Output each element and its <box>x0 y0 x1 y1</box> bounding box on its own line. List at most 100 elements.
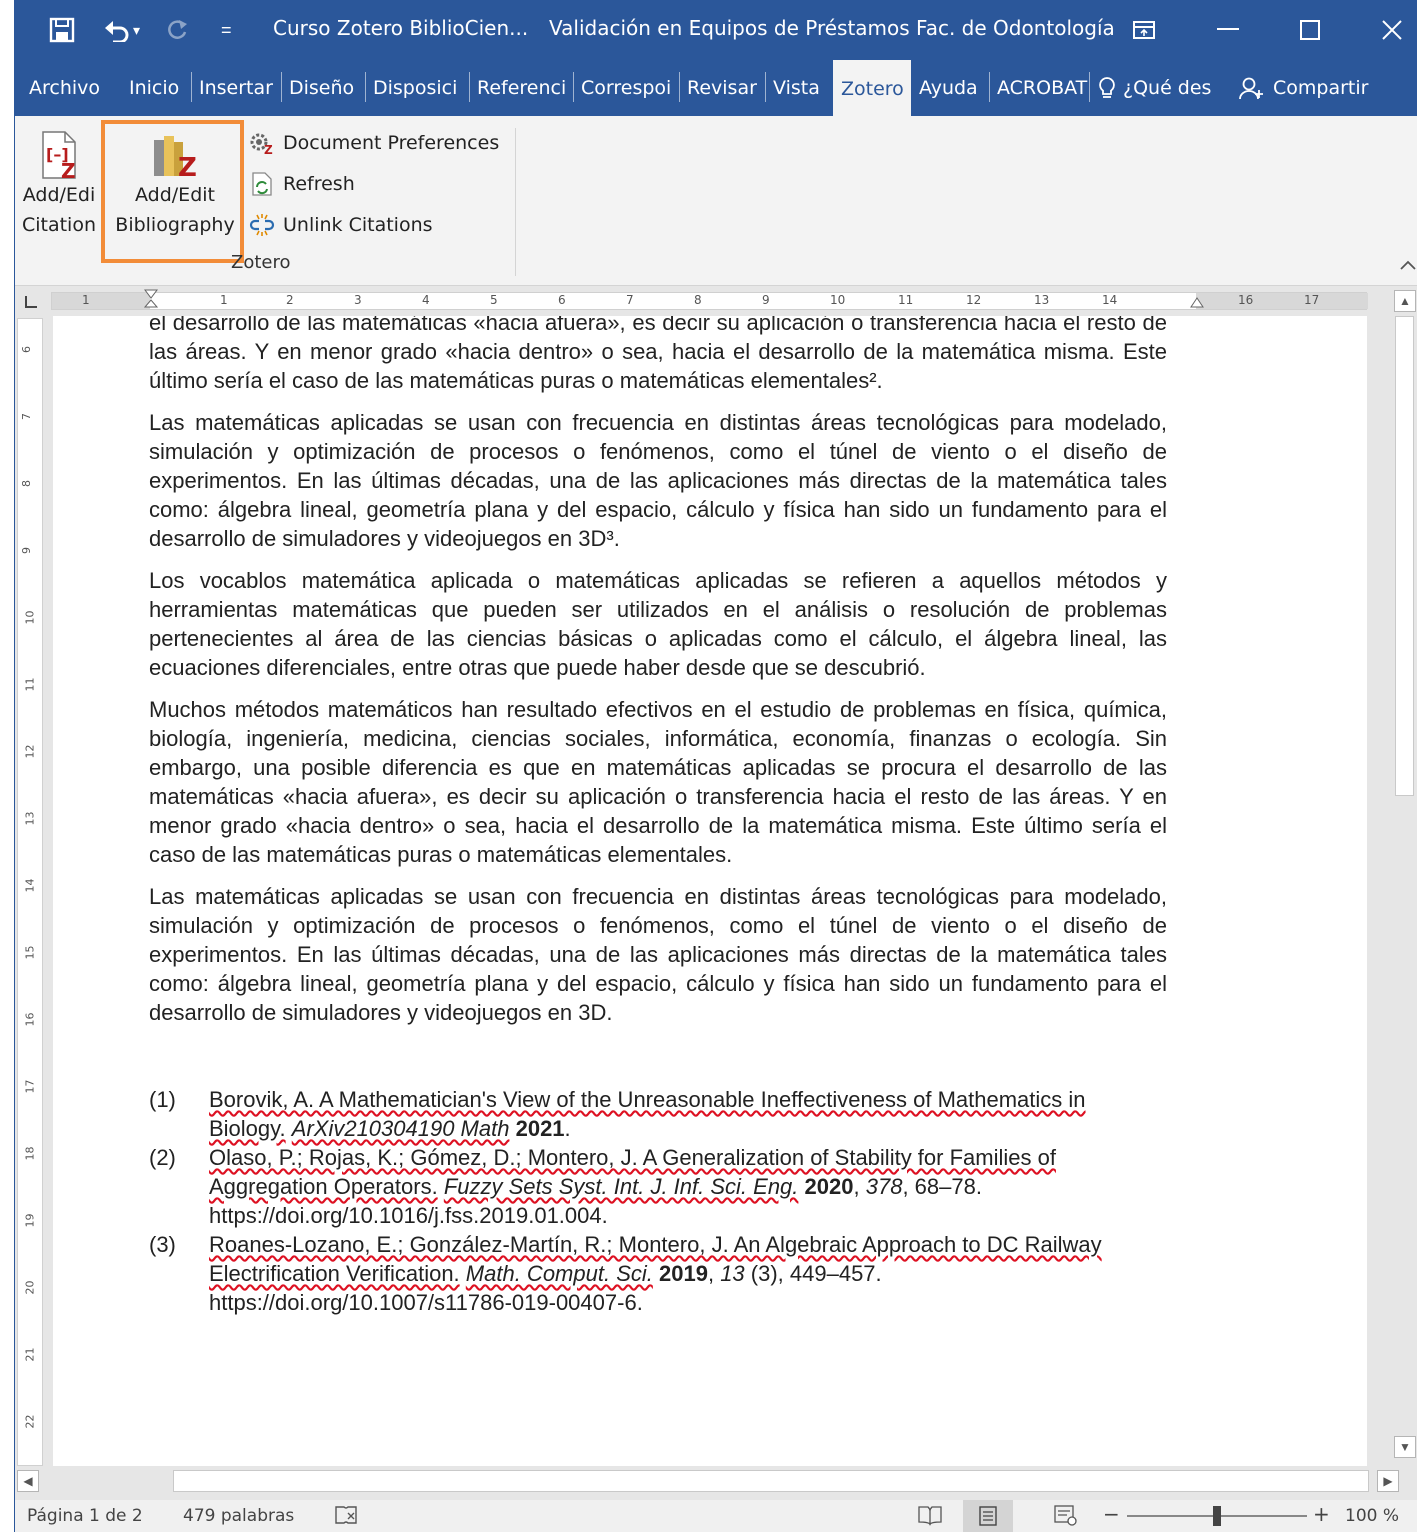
tab-correspondencia[interactable]: Correspoi <box>573 60 679 116</box>
svg-text:Z: Z <box>61 159 76 180</box>
ruler-right-margin <box>1196 293 1368 309</box>
entry-authors: Roanes-Lozano, E.; González-Martín, R.; … <box>209 1232 1102 1286</box>
undo-dropdown-icon[interactable]: ▾ <box>133 22 140 39</box>
entry-number: (3) <box>149 1232 176 1257</box>
person-icon <box>1239 77 1263 100</box>
zoom-in-icon[interactable]: + <box>1313 1502 1330 1526</box>
vruler-tick-label: 20 <box>23 1280 37 1295</box>
gear-icon: Z <box>250 133 273 155</box>
ruler-track[interactable]: 1 1 2 3 4 5 6 7 8 9 10 11 12 13 14 16 17 <box>51 289 1368 311</box>
add-edit-citation-button[interactable]: [–] Z Add/Edi Citation <box>19 126 99 240</box>
vruler-tick-label: 16 <box>23 1012 37 1027</box>
tab-disposicion[interactable]: Disposici <box>365 60 469 116</box>
entry-rest: . <box>564 1116 571 1141</box>
tab-referencias[interactable]: Referenci <box>469 60 573 116</box>
customize-toolbar-icon[interactable]: = <box>221 14 232 46</box>
vruler-tick-label: 22 <box>23 1414 37 1429</box>
unlink-citations-button[interactable]: Unlink Citations <box>249 208 433 242</box>
refresh-label: Refresh <box>283 173 355 195</box>
undo-icon[interactable]: ▾ <box>103 14 140 46</box>
entry-text: Borovik, A. A Mathematician's View of th… <box>209 1085 1167 1143</box>
print-layout-icon[interactable] <box>963 1500 1013 1532</box>
scroll-up-icon[interactable]: ▲ <box>1394 290 1416 312</box>
entry-number: (2) <box>149 1145 176 1170</box>
word-count[interactable]: 479 palabras <box>183 1506 294 1526</box>
entry-journal: ArXiv210304190 Math <box>291 1116 510 1141</box>
close-icon[interactable] <box>1369 10 1415 50</box>
paragraph: Los vocablos matemática aplicada o matem… <box>149 568 1167 680</box>
tab-vista[interactable]: Vista <box>765 60 833 116</box>
entry-volume: 378 <box>865 1174 903 1199</box>
scroll-left-icon[interactable]: ◀ <box>17 1470 39 1492</box>
tab-zotero[interactable]: Zotero <box>833 60 911 116</box>
web-layout-icon[interactable] <box>1053 1504 1079 1531</box>
document-page[interactable]: el desarrollo de las matemáticas «hacia … <box>53 316 1367 1466</box>
document-body[interactable]: el desarrollo de las matemáticas «hacia … <box>149 316 1167 1317</box>
add-citation-label-2: Citation <box>21 214 97 236</box>
share-label: Compartir <box>1273 77 1369 99</box>
tab-revisar[interactable]: Revisar <box>679 60 765 116</box>
vruler-tick-label: 18 <box>23 1146 37 1161</box>
ruler-tick-label: 9 <box>762 293 770 307</box>
ruler-tick-label: 13 <box>1034 293 1050 307</box>
zoom-level[interactable]: 100 % <box>1345 1506 1399 1526</box>
entry-text: Roanes-Lozano, E.; González-Martín, R.; … <box>209 1232 1102 1315</box>
vruler-tick-label: 21 <box>23 1347 37 1362</box>
horizontal-scroll-thumb[interactable] <box>173 1470 1369 1492</box>
secondary-title: Validación en Equipos de Préstamos Fac. … <box>549 16 1115 40</box>
zoom-slider-thumb[interactable] <box>1213 1506 1221 1526</box>
vertical-scroll-thumb[interactable] <box>1395 316 1414 796</box>
tab-diseno[interactable]: Diseño <box>281 60 365 116</box>
vertical-ruler[interactable]: 6 7 8 9 10 11 12 13 14 15 16 17 18 19 20 21 22 <box>17 318 43 1466</box>
title-bar: ▾ = Curso Zotero BiblioCien... Validació… <box>15 0 1417 60</box>
tab-ayuda[interactable]: Ayuda <box>911 60 989 116</box>
right-indent-marker-icon[interactable] <box>1190 297 1204 309</box>
redo-icon[interactable] <box>165 14 189 46</box>
tab-inicio[interactable]: Inicio <box>121 60 191 116</box>
unlink-icon <box>249 214 275 236</box>
vertical-scrollbar[interactable]: ▲ ▼ <box>1391 286 1417 1466</box>
horizontal-scrollbar[interactable]: ◀ ▶ <box>15 1466 1417 1498</box>
tab-acrobat[interactable]: ACROBAT <box>989 60 1089 116</box>
ruler-tick-label: 14 <box>1102 293 1118 307</box>
ruler-tick-label: 8 <box>694 293 702 307</box>
collapse-ribbon-icon[interactable] <box>1400 254 1416 275</box>
entry-year: 2020 <box>804 1174 854 1199</box>
horizontal-ruler[interactable]: 1 1 2 3 4 5 6 7 8 9 10 11 12 13 14 16 17 <box>15 286 1417 316</box>
scroll-down-icon[interactable]: ▼ <box>1394 1436 1416 1458</box>
read-mode-icon[interactable] <box>917 1504 943 1531</box>
entry-journal: Fuzzy Sets Syst. Int. J. Inf. Sci. Eng. <box>443 1174 799 1199</box>
ruler-tick-label: 16 <box>1238 293 1254 307</box>
entry-year: 2019 <box>659 1261 708 1286</box>
vruler-tick-label: 6 <box>20 346 33 353</box>
tab-insertar[interactable]: Insertar <box>191 60 281 116</box>
refresh-button[interactable]: Refresh <box>249 167 355 201</box>
ruler-tick-label: 2 <box>286 293 294 307</box>
vruler-tick-label: 10 <box>23 610 37 625</box>
ribbon-tabs: Archivo Inicio Insertar Diseño Disposici… <box>15 60 1417 116</box>
ruler-tick-label: 12 <box>966 293 982 307</box>
vruler-tick-label: 9 <box>20 547 33 554</box>
refresh-icon <box>252 172 272 196</box>
entry-year: 2021 <box>515 1116 565 1141</box>
vruler-tick-label: 8 <box>20 480 33 487</box>
vruler-tick-label: 14 <box>23 878 37 893</box>
vruler-tick-label: 12 <box>23 744 37 759</box>
zoom-out-icon[interactable]: − <box>1103 1502 1120 1526</box>
ruler-tick-label: 1 <box>220 293 228 307</box>
save-icon[interactable] <box>49 14 75 46</box>
ribbon-display-options-icon[interactable] <box>1121 10 1167 50</box>
tab-archivo[interactable]: Archivo <box>15 60 121 116</box>
left-indent-marker-icon[interactable] <box>144 289 158 311</box>
maximize-icon[interactable] <box>1287 10 1333 50</box>
tab-selector-icon[interactable] <box>25 296 37 308</box>
document-preferences-button[interactable]: Z Document Preferences <box>249 126 499 160</box>
tell-me-box[interactable]: ¿Qué des <box>1089 60 1231 116</box>
page-count[interactable]: Página 1 de 2 <box>27 1506 143 1526</box>
share-button[interactable]: Compartir <box>1231 60 1387 116</box>
proofing-icon[interactable] <box>333 1504 359 1531</box>
minimize-icon[interactable] <box>1205 10 1251 50</box>
scroll-right-icon[interactable]: ▶ <box>1377 1470 1399 1492</box>
zotero-ribbon: [–] Z Add/Edi Citation Z Add/Edit Biblio… <box>15 116 1417 286</box>
ruler-tick-label: 11 <box>898 293 914 307</box>
